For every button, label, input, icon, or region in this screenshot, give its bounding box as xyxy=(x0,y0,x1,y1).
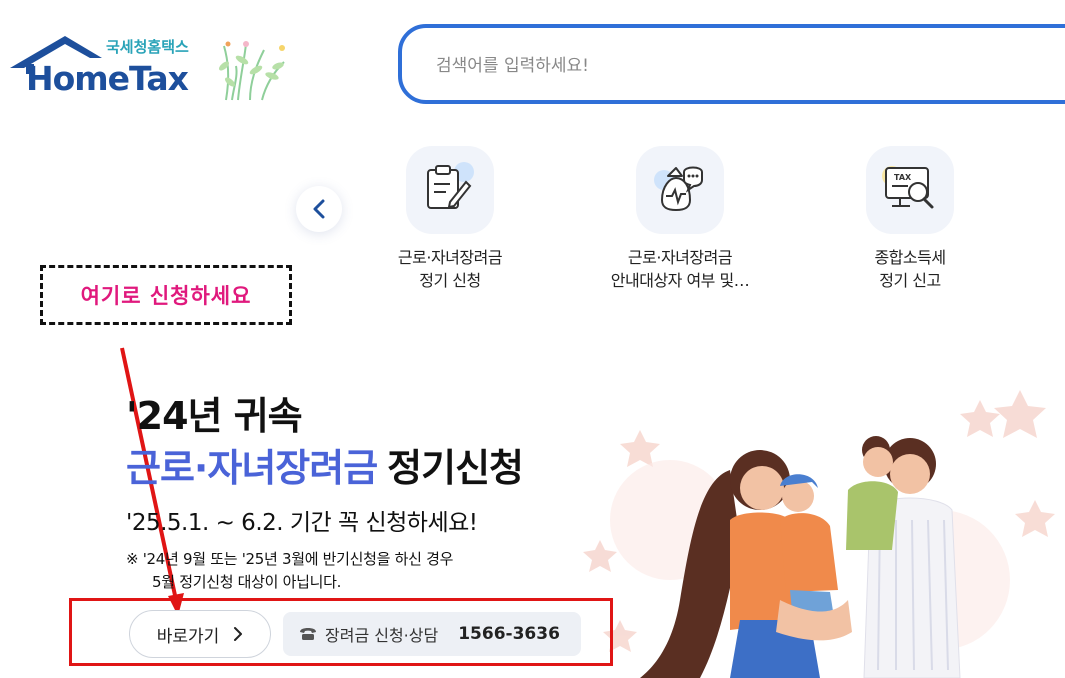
banner-title-highlight: 근로·자녀장려금 xyxy=(126,446,378,490)
quick-menu-item-income-tax-return[interactable]: TAX 종합소득세 정기 신고 xyxy=(810,146,1010,292)
annotation-text: 여기로 신청하세요 xyxy=(80,284,252,308)
money-bag-chat-icon xyxy=(654,166,703,212)
chevron-left-icon xyxy=(313,199,325,219)
logo-korean-text: 국세청홈택스 xyxy=(106,38,189,56)
clipboard-pen-icon xyxy=(427,162,474,209)
tax-monitor-search-icon: TAX xyxy=(882,166,934,209)
annotation-highlight-frame xyxy=(69,598,613,666)
quick-menu-label: 근로·자녀장려금 정기 신청 xyxy=(397,248,503,290)
banner-notice-line1: ※ '24년 9월 또는 '25년 3월에 반기신청을 하신 경우 xyxy=(126,550,454,568)
quick-menu-item-earned-income-credit[interactable]: 근로·자녀장려금 정기 신청 xyxy=(350,146,550,292)
quick-menu-label: 근로·자녀장려금 안내대상자 여부 및… xyxy=(610,248,750,290)
plant-decoration-icon xyxy=(219,41,285,101)
quick-menu-label: 종합소득세 정기 신고 xyxy=(874,248,946,290)
banner-period: '25.5.1. ~ 6.2. 기간 꼭 신청하세요! xyxy=(126,510,478,536)
annotation-callout: 여기로 신청하세요 xyxy=(40,265,292,325)
svg-text:TAX: TAX xyxy=(894,173,912,182)
quick-menu-icon-box: TAX xyxy=(866,146,954,234)
search-box[interactable] xyxy=(398,24,1065,104)
banner-title-line2: 근로·자녀장려금 정기신청 xyxy=(126,437,524,492)
banner-notice-line2: 5월 정기신청 대상이 아닙니다. xyxy=(152,573,342,591)
logo-english-text: HomeTax xyxy=(26,59,189,98)
family-illustration xyxy=(583,390,1055,678)
quick-menu-icon-box xyxy=(636,146,724,234)
hometax-logo[interactable]: 국세청홈택스 HomeTax xyxy=(10,34,290,104)
search-input[interactable] xyxy=(434,50,998,82)
quick-menu-icon-box xyxy=(406,146,494,234)
quick-menu-item-eligibility-check[interactable]: 근로·자녀장려금 안내대상자 여부 및… xyxy=(580,146,780,292)
banner-notice: ※ '24년 9월 또는 '25년 3월에 반기신청을 하신 경우 5월 정기신… xyxy=(126,548,606,594)
carousel-prev-button[interactable] xyxy=(296,186,342,232)
banner-title-line1: '24년 귀속 xyxy=(126,394,303,438)
banner-title-rest: 정기신청 xyxy=(387,446,524,490)
